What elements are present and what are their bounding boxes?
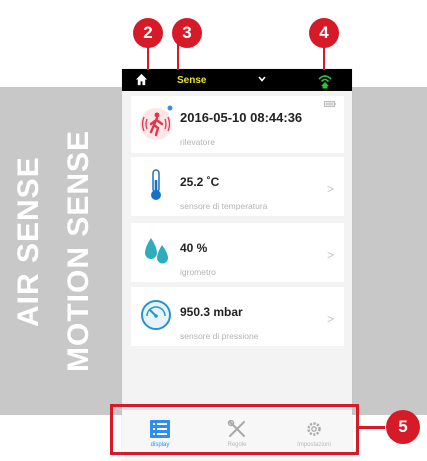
card-pressure[interactable]: 950.3 mbar sensore di pressione >	[131, 287, 344, 346]
top-bar: Sense	[122, 69, 352, 91]
callout-badge-5: 5	[386, 410, 420, 444]
pressure-subtitle: sensore di pressione	[180, 331, 259, 341]
phone-screen: Sense 2016-05-10 08:44:36 rilevatore 25.…	[122, 69, 352, 461]
battery-icon	[324, 101, 336, 107]
temperature-subtitle: sensore di temperatura	[180, 201, 268, 211]
callout-line	[359, 426, 385, 429]
gauge-icon	[141, 300, 171, 330]
callout-pin	[177, 44, 179, 70]
motion-person-icon	[140, 105, 173, 140]
detector-subtitle: rilevatore	[180, 137, 215, 147]
humidity-value: 40 %	[180, 241, 208, 255]
humidity-subtitle: igrometro	[180, 267, 216, 277]
chevron-down-icon[interactable]	[257, 74, 267, 84]
callout-badge-3: 3	[172, 18, 202, 48]
thermometer-icon	[151, 169, 161, 200]
card-temperature[interactable]: 25.2 ˚C sensore di temperatura >	[131, 157, 344, 216]
tab-bar-highlight-frame	[110, 404, 359, 455]
detector-timestamp: 2016-05-10 08:44:36	[180, 110, 303, 125]
chevron-right-icon: >	[326, 248, 334, 262]
wifi-signal-icon[interactable]	[316, 71, 334, 89]
card-humidity[interactable]: 40 % igrometro >	[131, 223, 344, 282]
app-title[interactable]: Sense	[177, 75, 206, 86]
pressure-value: 950.3 mbar	[180, 305, 243, 319]
card-detector[interactable]: 2016-05-10 08:44:36 rilevatore	[131, 96, 344, 153]
chevron-right-icon: >	[326, 182, 334, 196]
callout-badge-2: 2	[133, 18, 163, 48]
home-icon[interactable]	[135, 73, 148, 86]
callout-badge-4: 4	[309, 18, 339, 48]
water-drop-icon	[145, 238, 168, 264]
air-sense-label: AIR SENSE	[12, 156, 45, 327]
chevron-right-icon: >	[326, 312, 334, 326]
motion-sense-label: MOTION SENSE	[62, 129, 95, 372]
temperature-value: 25.2 ˚C	[180, 175, 220, 189]
